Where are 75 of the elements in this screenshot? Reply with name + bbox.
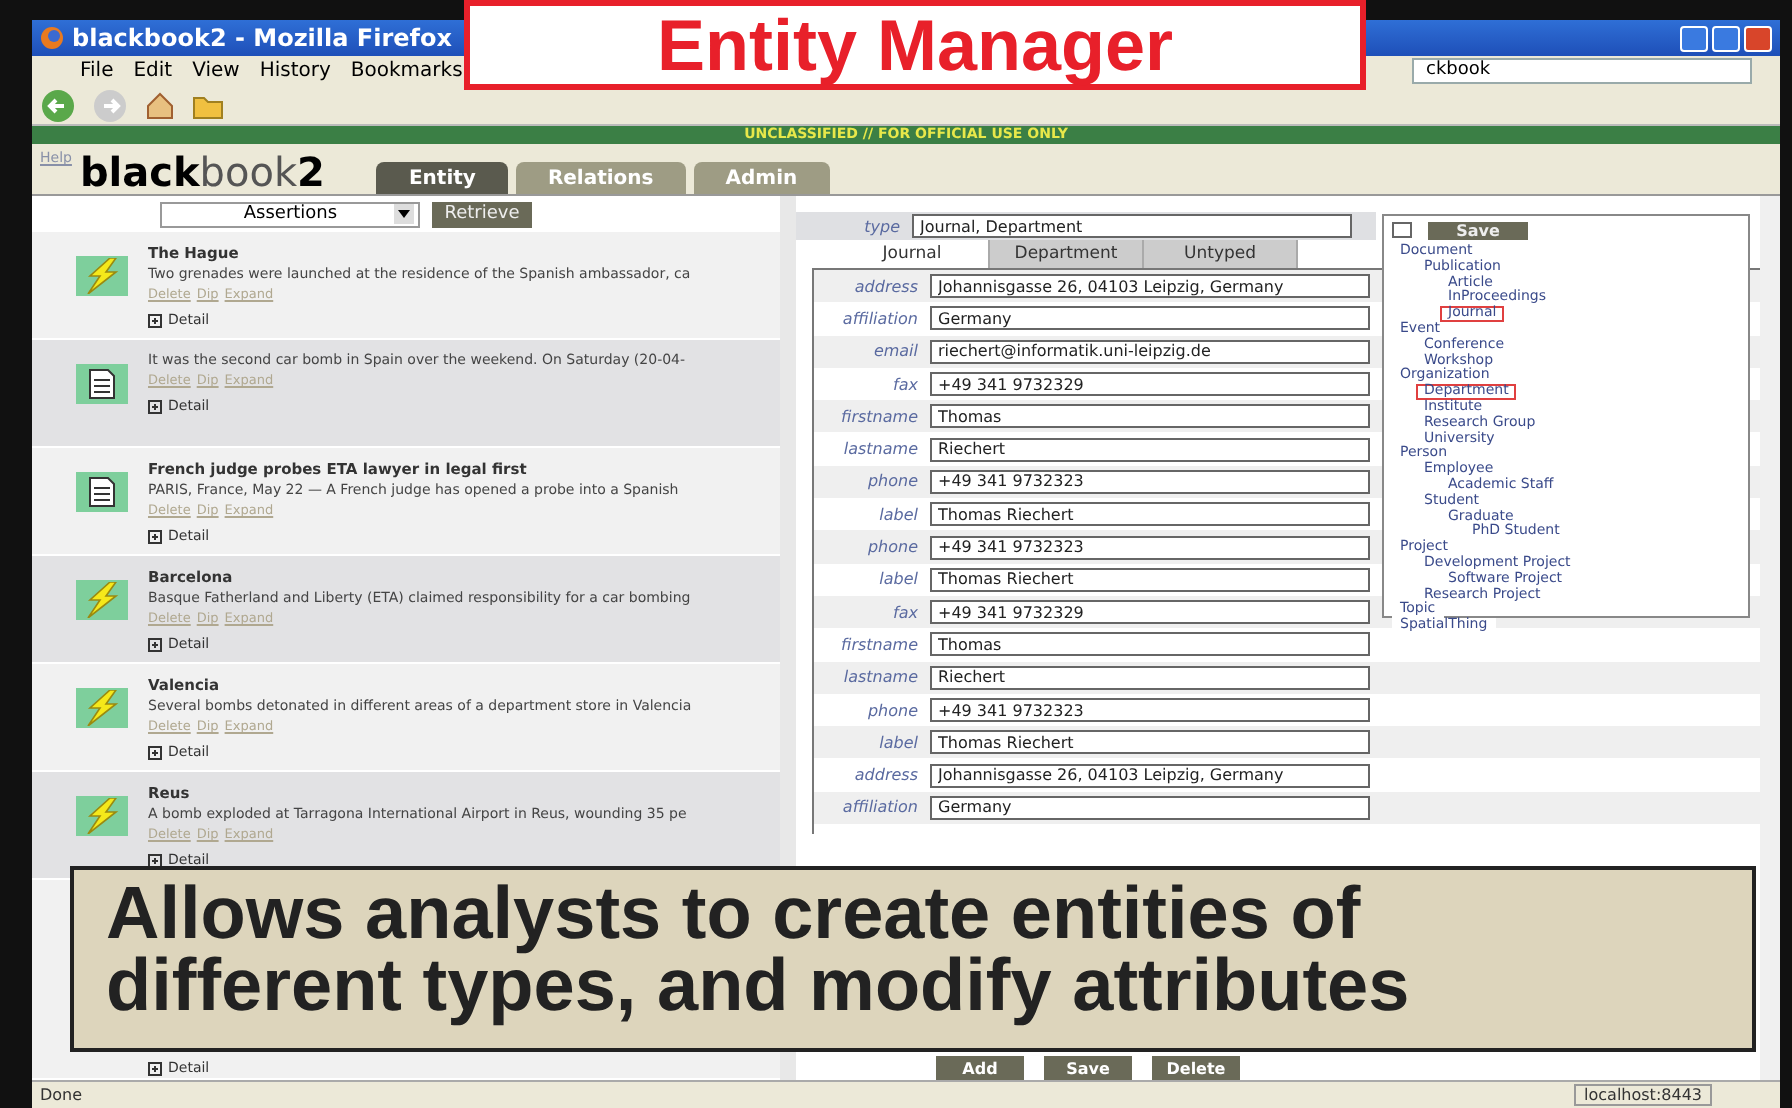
assertions-dropdown[interactable]: Assertions — [160, 201, 421, 227]
caret-icon — [394, 204, 415, 224]
input-field[interactable]: Germany — [930, 795, 1370, 820]
input-field[interactable]: Thomas — [930, 632, 1370, 657]
input-field[interactable]: Thomas Riechert — [930, 567, 1370, 592]
action-button[interactable]: Save — [1044, 1056, 1132, 1080]
input-field[interactable]: Thomas Riechert — [930, 502, 1370, 527]
save-button[interactable]: Save — [1428, 221, 1528, 239]
status-text: Done — [40, 1086, 83, 1104]
input-field[interactable]: +49 341 9732323 — [930, 535, 1370, 560]
input-field[interactable]: +49 341 9732323 — [930, 469, 1370, 494]
field-label: address — [852, 277, 918, 296]
field-label: fax — [891, 603, 918, 622]
plus-icon — [148, 529, 162, 543]
input-field[interactable]: Thomas Riechert — [930, 730, 1370, 755]
input-field[interactable]: +49 341 9732323 — [930, 698, 1370, 722]
app-logo: blackbook2 — [79, 150, 325, 194]
type-tab[interactable]: Untyped — [1144, 240, 1298, 268]
plus-icon — [148, 637, 162, 651]
input-field[interactable]: +49 341 9732329 — [930, 372, 1370, 397]
input-field[interactable]: Germany — [930, 306, 1370, 331]
plus-icon — [148, 853, 162, 867]
input-field[interactable]: Thomas — [930, 404, 1370, 429]
menu-item[interactable]: View — [192, 60, 240, 82]
input-field[interactable]: riechert@informatik.uni-leipzig.de — [930, 339, 1370, 364]
address-field[interactable]: ckbook — [1412, 58, 1752, 84]
menu-item[interactable]: File — [80, 60, 114, 82]
document-icon — [88, 476, 116, 508]
field-label: affiliation — [840, 798, 918, 817]
input-field[interactable]: Riechert — [930, 665, 1370, 690]
lightning-icon — [82, 258, 122, 294]
action-button[interactable]: Delete — [1152, 1056, 1240, 1080]
field-label: phone — [865, 472, 918, 491]
tab[interactable]: Entity — [376, 162, 508, 194]
action-button[interactable]: Add — [936, 1056, 1024, 1080]
lightning-icon — [82, 690, 122, 726]
menu-item[interactable]: Edit — [133, 60, 173, 82]
field-label: address — [852, 766, 918, 785]
maximize-button[interactable] — [1712, 25, 1740, 51]
field-label: type — [862, 217, 900, 235]
field-label: firstname — [839, 635, 918, 654]
menu-item[interactable]: Bookmarks — [350, 60, 463, 82]
home-icon[interactable] — [144, 89, 176, 121]
field-label: label — [877, 570, 918, 589]
field-label: label — [877, 505, 918, 524]
lightning-icon — [82, 582, 122, 618]
field-label: lastname — [841, 440, 918, 459]
field-label: phone — [865, 538, 918, 557]
plus-icon — [148, 313, 162, 327]
retrieve-button[interactable]: Retrieve — [432, 201, 532, 227]
menu-item[interactable]: History — [259, 60, 331, 82]
field-label: label — [877, 733, 918, 752]
window-title: blackbook2 - Mozilla Firefox — [72, 24, 452, 52]
field-label: fax — [891, 375, 918, 394]
field-label: affiliation — [840, 309, 918, 328]
plus-icon — [148, 399, 162, 413]
field-label: phone — [865, 701, 918, 719]
plus-icon — [148, 745, 162, 759]
caption: Allows analysts to create entities of different types, and modify attributes — [70, 866, 1756, 1052]
callout-title: Entity Manager — [464, 0, 1366, 90]
lightning-icon — [82, 798, 122, 834]
input-field[interactable]: +49 341 9732329 — [930, 600, 1370, 625]
browser-logo-icon — [40, 26, 64, 50]
back-icon[interactable] — [40, 87, 76, 123]
field-label: lastname — [841, 668, 918, 687]
minimize-button[interactable] — [1680, 25, 1708, 51]
field-label: email — [871, 342, 918, 361]
plus-icon — [148, 1061, 162, 1075]
close-button[interactable] — [1744, 25, 1772, 51]
input-field[interactable]: Riechert — [930, 437, 1370, 462]
field-label: firstname — [839, 407, 918, 426]
collapse-icon[interactable] — [1392, 222, 1412, 238]
status-host: localhost:8443 — [1574, 1084, 1712, 1106]
type-tab[interactable]: Department — [990, 240, 1144, 268]
document-icon — [88, 368, 116, 400]
